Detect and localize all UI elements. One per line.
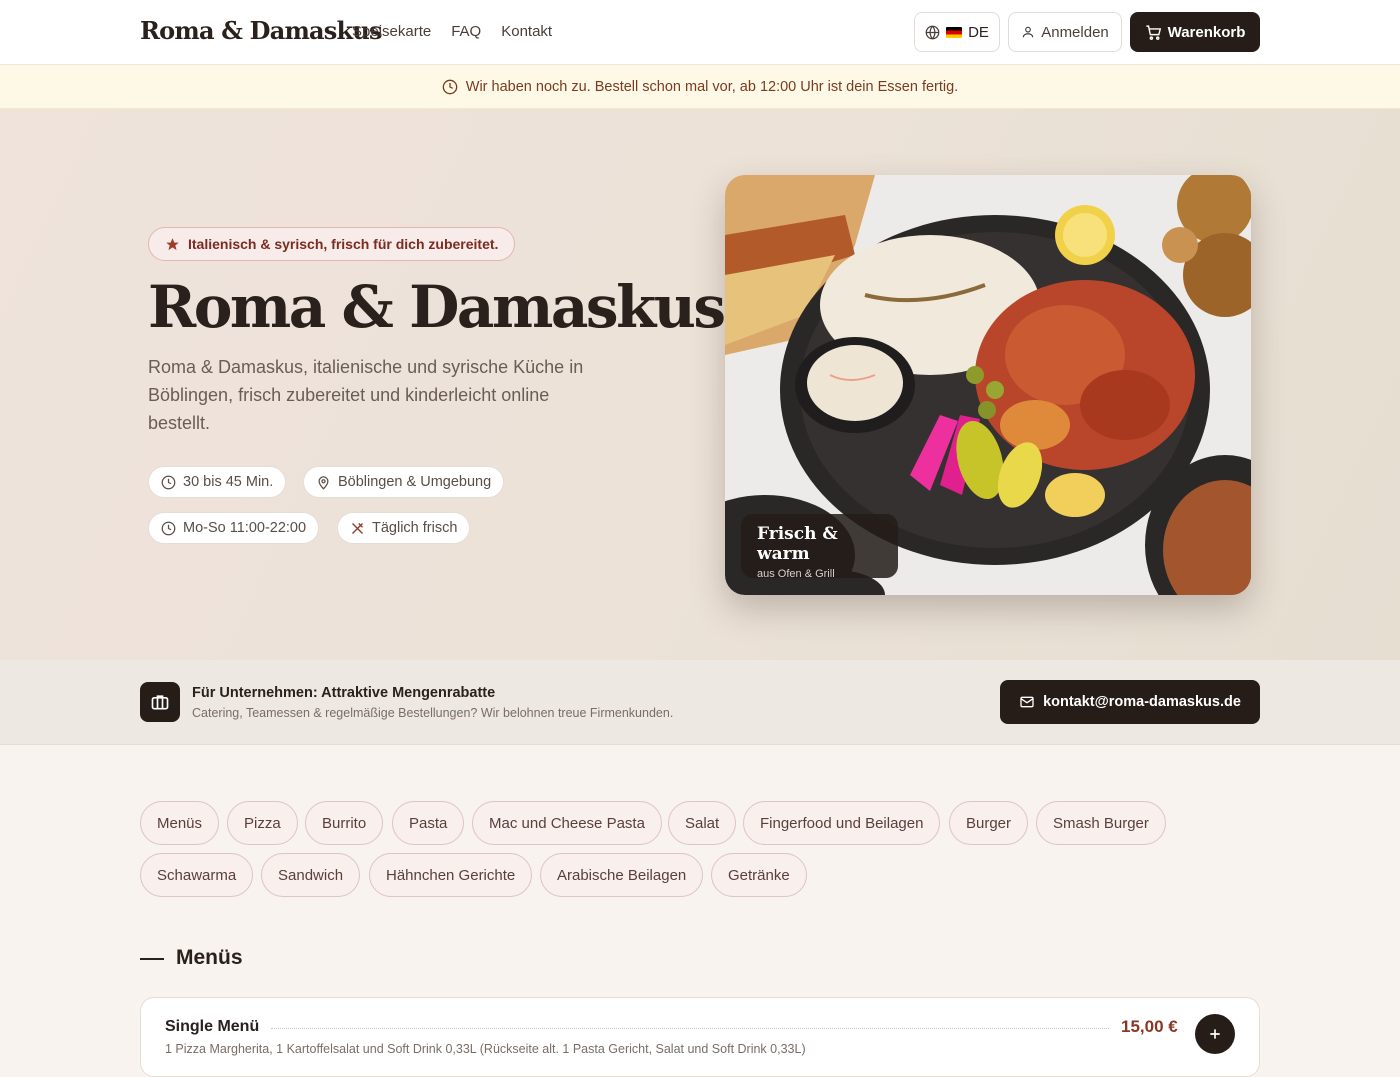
clock-icon (161, 521, 176, 535)
business-banner: Für Unternehmen: Attraktive Mengenrabatt… (0, 660, 1400, 745)
category-pasta[interactable]: Pasta (392, 801, 465, 845)
category-schawarma[interactable]: Schawarma (140, 853, 254, 897)
hero-food-image: Frisch & warm aus Ofen & Grill (725, 175, 1251, 595)
category-getraenke[interactable]: Getränke (711, 853, 807, 897)
contact-email-label: kontakt@roma-damaskus.de (1043, 694, 1241, 710)
user-icon (1022, 26, 1034, 38)
login-label: Anmelden (1041, 23, 1109, 41)
menu-item-card[interactable]: Single Menü 15,00 € 1 Pizza Margherita, … (140, 997, 1260, 1077)
menu-item-name: Single Menü (165, 1018, 260, 1035)
hero-tag-text: Italienisch & syrisch, frisch für dich z… (188, 236, 499, 252)
nav-faq[interactable]: FAQ (451, 23, 481, 40)
category-smash-burger[interactable]: Smash Burger (1036, 801, 1166, 845)
section-title: Menüs (176, 946, 243, 969)
contact-email-button[interactable]: kontakt@roma-damaskus.de (1000, 680, 1260, 724)
language-button[interactable]: DE (914, 12, 1000, 52)
cart-button[interactable]: Warenkorb (1130, 12, 1260, 52)
login-button[interactable]: Anmelden (1008, 12, 1122, 52)
nav-speisekarte[interactable]: Speisekarte (352, 23, 431, 40)
image-badge-title: Frisch & warm (757, 524, 838, 564)
image-badge: Frisch & warm aus Ofen & Grill (741, 514, 898, 580)
category-haehnchen[interactable]: Hähnchen Gerichte (369, 853, 533, 897)
business-title: Für Unternehmen: Attraktive Mengenrabatt… (192, 685, 496, 701)
globe-icon (925, 25, 940, 39)
category-sandwich[interactable]: Sandwich (261, 853, 361, 897)
pin-icon (318, 475, 329, 490)
hero-description: Roma & Damaskus, italienische und syrisc… (148, 357, 584, 433)
image-badge-subtitle: aus Ofen & Grill (757, 568, 835, 580)
hero-section: Italienisch & syrisch, frisch für dich z… (0, 109, 1400, 660)
category-menues[interactable]: Menüs (140, 801, 220, 845)
hero-tag: Italienisch & syrisch, frisch für dich z… (148, 227, 516, 261)
category-mac-und-cheese[interactable]: Mac und Cheese Pasta (472, 801, 662, 845)
menu-item-price: 15,00 € (1121, 1017, 1178, 1036)
menu-item-description: 1 Pizza Margherita, 1 Kartoffelsalat und… (165, 1042, 806, 1056)
category-burrito[interactable]: Burrito (305, 801, 384, 845)
delivery-area-chip: Böblingen & Umgebung (303, 466, 505, 498)
mail-icon (1020, 696, 1034, 708)
nav-kontakt[interactable]: Kontakt (501, 23, 552, 40)
category-fingerfood[interactable]: Fingerfood und Beilagen (743, 801, 941, 845)
delivery-time-chip: 30 bis 45 Min. (148, 466, 287, 498)
category-arabische-beilagen[interactable]: Arabische Beilagen (540, 853, 704, 897)
category-pizza[interactable]: Pizza (227, 801, 298, 845)
category-burger[interactable]: Burger (949, 801, 1029, 845)
german-flag-icon (946, 26, 963, 38)
fresh-text: Täglich frisch (372, 520, 458, 536)
add-to-cart-button[interactable] (1195, 1014, 1235, 1054)
section-divider-line (140, 958, 164, 960)
opening-hours-chip: Mo-So 11:00-22:00 (148, 512, 320, 544)
delivery-area-text: Böblingen & Umgebung (338, 474, 492, 490)
menu-item-leader (271, 1028, 1109, 1029)
cart-icon (1146, 24, 1161, 40)
site-header: Roma & Damaskus Speisekarte FAQ Kontakt … (0, 0, 1400, 65)
language-label: DE (968, 23, 989, 41)
main-nav: Speisekarte FAQ Kontakt (352, 23, 552, 40)
notice-text: Wir haben noch zu. Bestell schon mal vor… (465, 78, 959, 95)
briefcase-icon (151, 695, 169, 710)
business-subtitle: Catering, Teamessen & regelmäßige Bestel… (192, 706, 674, 720)
opening-hours-text: Mo-So 11:00-22:00 (183, 520, 307, 536)
clock-icon (161, 475, 176, 489)
hero-title: Roma & Damaskus (148, 273, 726, 341)
plus-icon (1210, 1029, 1220, 1039)
opening-notice: Wir haben noch zu. Bestell schon mal vor… (0, 65, 1400, 109)
cart-label: Warenkorb (1167, 23, 1246, 41)
utensils-icon (352, 522, 363, 534)
star-icon (166, 237, 179, 250)
briefcase-icon-box (140, 682, 180, 722)
fresh-chip: Täglich frisch (337, 512, 471, 544)
brand-logo[interactable]: Roma & Damaskus (140, 16, 383, 45)
category-salat[interactable]: Salat (668, 801, 737, 845)
delivery-time-text: 30 bis 45 Min. (183, 474, 274, 490)
clock-icon (442, 79, 458, 94)
